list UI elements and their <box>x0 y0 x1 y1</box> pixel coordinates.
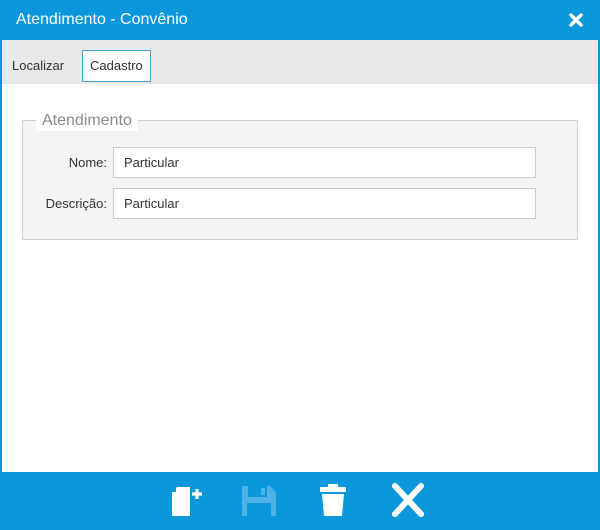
cancel-button[interactable] <box>388 480 428 520</box>
save-icon <box>242 486 276 516</box>
cancel-icon <box>392 483 424 517</box>
new-document-icon <box>171 487 203 516</box>
descricao-input[interactable] <box>113 188 536 219</box>
fieldset-legend: Atendimento <box>36 111 138 131</box>
nome-input[interactable] <box>113 147 536 178</box>
nome-row: Nome: <box>23 147 577 179</box>
window-title: Atendimento - Convênio <box>16 11 188 28</box>
tab-localizar[interactable]: Localizar <box>5 50 71 82</box>
dialog-window: Atendimento - Convênio Localizar Cadastr… <box>0 0 600 530</box>
save-button[interactable] <box>239 480 279 520</box>
nome-label: Nome: <box>68 155 107 170</box>
action-toolbar <box>0 472 600 530</box>
new-document-button[interactable] <box>164 480 204 520</box>
trash-icon <box>320 484 346 516</box>
close-icon[interactable] <box>568 12 584 28</box>
descricao-label: Descrição: <box>45 196 107 211</box>
delete-button[interactable] <box>313 480 353 520</box>
tab-bar: Localizar Cadastro <box>2 40 598 84</box>
descricao-row: Descrição: <box>23 188 577 220</box>
dialog-content: Localizar Cadastro Atendimento Nome: Des… <box>2 40 598 472</box>
title-bar[interactable]: Atendimento - Convênio <box>0 0 600 40</box>
tab-cadastro[interactable]: Cadastro <box>82 50 151 82</box>
atendimento-fieldset: Atendimento Nome: Descrição: <box>22 111 578 240</box>
